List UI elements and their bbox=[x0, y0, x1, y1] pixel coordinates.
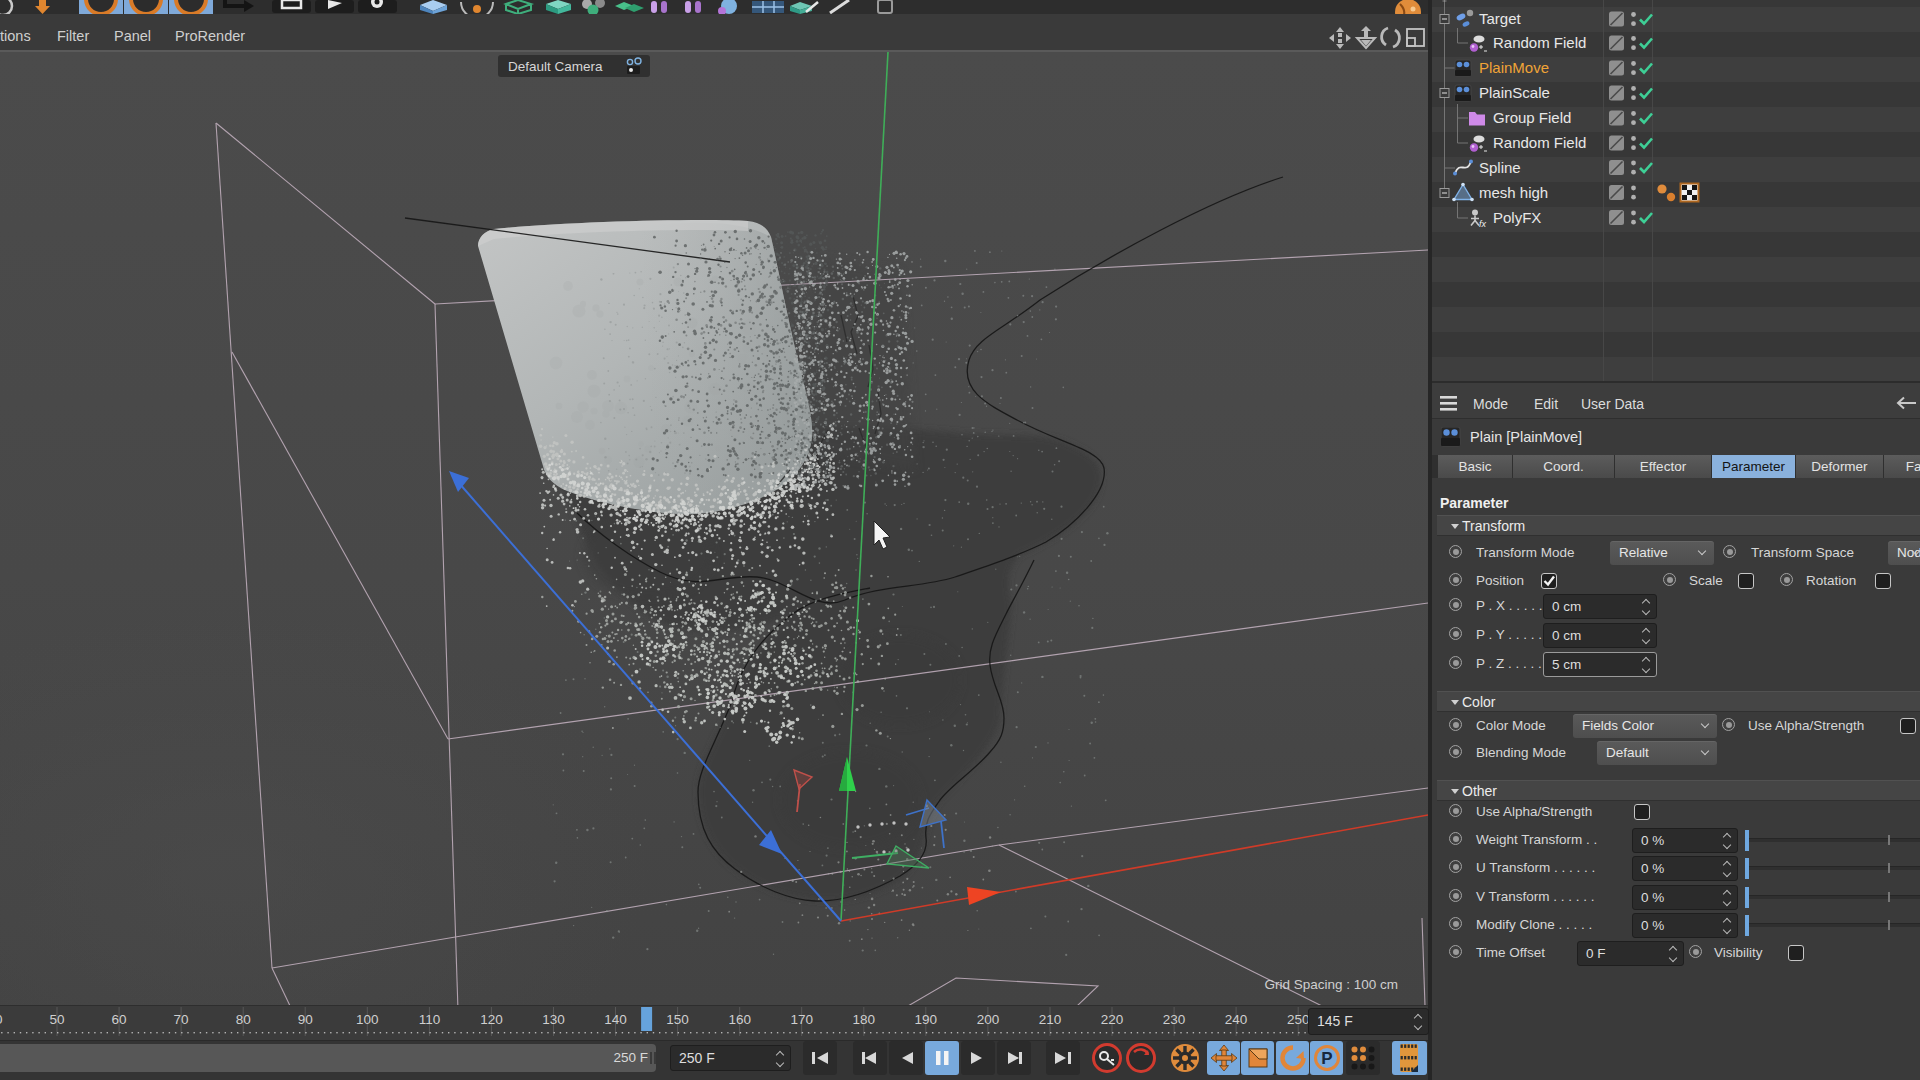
svg-text:Target: Target bbox=[1479, 10, 1522, 27]
svg-text:Random Field: Random Field bbox=[1493, 134, 1586, 151]
svg-text:PlainScale: PlainScale bbox=[1479, 84, 1550, 101]
svg-text:230: 230 bbox=[1163, 1012, 1186, 1027]
svg-text:Random Field: Random Field bbox=[1493, 34, 1586, 51]
svg-text:mesh high: mesh high bbox=[1479, 184, 1548, 201]
svg-text:120: 120 bbox=[480, 1012, 503, 1027]
svg-text:210: 210 bbox=[1039, 1012, 1062, 1027]
svg-text:160: 160 bbox=[728, 1012, 751, 1027]
svg-text:240: 240 bbox=[1225, 1012, 1248, 1027]
svg-text:70: 70 bbox=[174, 1012, 189, 1027]
svg-text:180: 180 bbox=[853, 1012, 876, 1027]
svg-text:Spline: Spline bbox=[1479, 159, 1521, 176]
svg-text:200: 200 bbox=[977, 1012, 1000, 1027]
svg-text:110: 110 bbox=[419, 1012, 441, 1027]
svg-text:P: P bbox=[1321, 1049, 1332, 1068]
svg-text:fx: fx bbox=[1479, 219, 1487, 229]
svg-text:130: 130 bbox=[542, 1012, 565, 1027]
svg-text:50: 50 bbox=[49, 1012, 64, 1027]
svg-text:40: 40 bbox=[0, 1012, 2, 1027]
svg-text:60: 60 bbox=[112, 1012, 127, 1027]
svg-text:Grid Spacing : 100 cm: Grid Spacing : 100 cm bbox=[1264, 977, 1398, 992]
svg-text:PolyFX: PolyFX bbox=[1493, 209, 1541, 226]
svg-text:220: 220 bbox=[1101, 1012, 1124, 1027]
svg-text:90: 90 bbox=[298, 1012, 313, 1027]
svg-text:140: 140 bbox=[604, 1012, 627, 1027]
svg-text:250: 250 bbox=[1287, 1012, 1310, 1027]
svg-text:Group Field: Group Field bbox=[1493, 109, 1571, 126]
svg-text:PlainMove: PlainMove bbox=[1479, 59, 1549, 76]
svg-text:190: 190 bbox=[915, 1012, 938, 1027]
svg-text:Default Camera: Default Camera bbox=[508, 59, 603, 74]
svg-text:80: 80 bbox=[236, 1012, 251, 1027]
svg-text:150: 150 bbox=[666, 1012, 689, 1027]
svg-text:100: 100 bbox=[356, 1012, 379, 1027]
svg-text:170: 170 bbox=[790, 1012, 813, 1027]
